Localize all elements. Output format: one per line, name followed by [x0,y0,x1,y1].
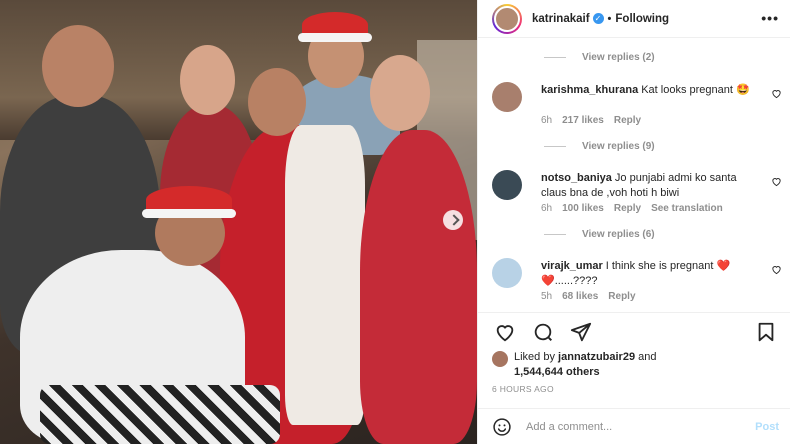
commenter-username[interactable]: virajk_umar [541,260,603,272]
comment-text-block: notso_baniya Jo punjabi admi ko santa cla… [541,171,761,201]
post-comment-button[interactable]: Post [755,421,779,433]
action-bar [478,312,790,348]
verified-badge-icon: ✓ [592,13,604,24]
comment-likes[interactable]: 100 likes [562,203,604,214]
commenter-avatar[interactable] [492,170,522,200]
post-header: katrinakaif ✓ • Following ••• [478,0,790,38]
post-panel: katrinakaif ✓ • Following ••• View repli… [477,0,790,444]
view-replies-label: View replies (6) [582,229,655,240]
view-replies-label: View replies (9) [582,141,655,152]
santa-hat [298,12,372,42]
liker-avatar[interactable] [492,351,508,367]
reply-button[interactable]: Reply [614,203,641,214]
view-replies-label: View replies (2) [582,52,655,63]
post-username[interactable]: katrinakaif [532,13,590,25]
reply-button[interactable]: Reply [608,291,635,302]
add-comment-input[interactable] [526,420,716,433]
person-heart-pajama [360,130,477,444]
comment-likes[interactable]: 68 likes [562,291,598,302]
comment-bubble-icon[interactable] [532,321,554,343]
save-bookmark-icon[interactable] [755,321,777,343]
comment-likes[interactable]: 217 likes [562,115,604,126]
comment-text-block: virajk_umar I think she is pregnant ❤️❤️.… [541,259,761,289]
comment-text-block: karishma_khurana Kat looks pregnant 🤩 [541,83,761,98]
liked-by-row: Liked by jannatzubair29 and 1,544,644 ot… [492,350,744,380]
see-translation-button[interactable]: See translation [651,203,723,214]
comment-text: Kat looks pregnant 🤩 [641,84,750,96]
patterned-pants [40,385,280,444]
commenter-avatar[interactable] [492,258,522,288]
comment-meta: 6h 100 likes Reply See translation [541,203,723,214]
santa-hat [142,186,236,218]
profile-avatar[interactable] [492,3,522,34]
comment-age: 6h [541,115,553,126]
share-paper-plane-icon[interactable] [570,321,592,343]
post-timestamp[interactable]: 6 HOURS AGO [492,384,554,394]
likes-count[interactable]: 1,544,644 others [514,366,600,378]
view-replies-button[interactable]: View replies (6) [544,229,655,240]
liked-by-and: and [638,351,657,363]
separator-dot: • [607,12,612,25]
commenter-avatar[interactable] [492,82,522,112]
like-comment-heart-icon[interactable] [771,176,782,187]
reply-button[interactable]: Reply [614,115,641,126]
liked-by-user[interactable]: jannatzubair29 [558,351,635,363]
comment-meta: 6h 217 likes Reply [541,115,641,126]
liked-by-prefix: Liked by [514,351,555,363]
like-heart-icon[interactable] [494,321,516,343]
comment-age: 5h [541,291,553,302]
like-comment-heart-icon[interactable] [771,264,782,275]
white-shawl [285,125,365,425]
add-comment-bar: Post [478,408,790,444]
post-photo[interactable] [0,0,477,444]
view-replies-button[interactable]: View replies (9) [544,141,655,152]
more-options-icon[interactable]: ••• [761,10,779,26]
next-photo-button[interactable] [443,210,463,230]
commenter-username[interactable]: karishma_khurana [541,84,638,96]
following-button[interactable]: Following [615,13,669,25]
liked-by-text: Liked by jannatzubair29 and 1,544,644 ot… [514,350,744,380]
like-comment-heart-icon[interactable] [771,88,782,99]
person-head [248,68,306,136]
person-head [180,45,235,115]
person-head [370,55,430,131]
comment-age: 6h [541,203,553,214]
person-head [42,25,114,107]
emoji-icon[interactable] [492,417,512,437]
commenter-username[interactable]: notso_baniya [541,172,612,184]
comment-meta: 5h 68 likes Reply [541,291,636,302]
view-replies-button[interactable]: View replies (2) [544,52,655,63]
